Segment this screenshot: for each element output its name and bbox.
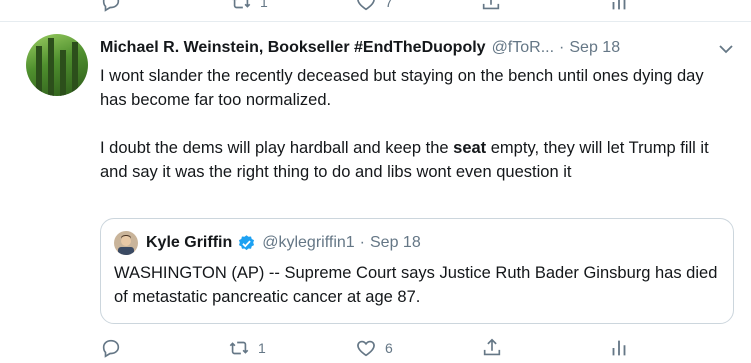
- quoted-date: Sep 18: [370, 234, 421, 251]
- previous-tweet-actions: 1 7: [0, 0, 751, 12]
- timeline: 1 7 Michael R. Weinstein, Bookseller #En…: [0, 0, 751, 363]
- like-button[interactable]: 6: [355, 334, 393, 362]
- heart-icon: [357, 340, 375, 357]
- prev-like-count: 7: [385, 0, 393, 10]
- quoted-tweet[interactable]: Kyle Griffin @kylegriffin1 · Sep 18 WASH…: [100, 218, 734, 324]
- prev-share-button[interactable]: [480, 0, 502, 16]
- highlighted-keyword: seat: [453, 139, 487, 157]
- tweet-date[interactable]: Sep 18: [569, 39, 620, 57]
- tweet-text: I wont slander the recently deceased but…: [100, 64, 730, 184]
- quoted-handle: @kylegriffin1: [262, 234, 355, 251]
- tweet-paragraph-1: I wont slander the recently deceased but…: [100, 67, 704, 109]
- author-display-name[interactable]: Michael R. Weinstein, Bookseller #EndThe…: [100, 39, 486, 57]
- tweet[interactable]: Michael R. Weinstein, Bookseller #EndThe…: [0, 22, 751, 363]
- analytics-button[interactable]: [608, 334, 630, 362]
- prev-retweet-button[interactable]: 1: [230, 0, 268, 16]
- prev-analytics-button[interactable]: [608, 0, 630, 16]
- reply-icon: [102, 339, 120, 358]
- prev-like-button[interactable]: 7: [355, 0, 393, 16]
- heart-icon: [357, 0, 375, 11]
- reply-button[interactable]: [100, 334, 122, 362]
- separator-dot: ·: [559, 39, 565, 56]
- retweet-count: 1: [258, 340, 266, 356]
- prev-reply-button[interactable]: [100, 0, 122, 16]
- share-button[interactable]: [481, 334, 503, 362]
- quoted-avatar: [114, 231, 138, 255]
- like-count: 6: [385, 340, 393, 356]
- tweet-paragraph-2: I doubt the dems will play hardball and …: [100, 136, 730, 184]
- analytics-icon: [612, 340, 626, 356]
- chevron-down-icon: [719, 45, 733, 54]
- share-icon: [482, 0, 500, 10]
- analytics-icon: [612, 0, 626, 10]
- verified-badge-icon: [239, 234, 255, 250]
- reply-icon: [102, 0, 120, 12]
- retweet-icon: [229, 341, 249, 355]
- retweet-icon: [232, 0, 251, 9]
- separator-dot: ·: [359, 234, 365, 251]
- author-handle[interactable]: @fToR...: [492, 39, 554, 57]
- quoted-text: WASHINGTON (AP) -- Supreme Court says Ju…: [114, 264, 718, 306]
- share-icon: [483, 338, 501, 356]
- quoted-header: Kyle Griffin @kylegriffin1 · Sep 18: [146, 232, 421, 254]
- tweet-header: Michael R. Weinstein, Bookseller #EndThe…: [100, 37, 740, 59]
- tweet-text-part: I doubt the dems will play hardball and …: [100, 139, 454, 157]
- prev-retweet-count: 1: [260, 0, 268, 10]
- avatar[interactable]: [26, 34, 88, 96]
- retweet-button[interactable]: 1: [228, 334, 266, 362]
- quoted-display-name: Kyle Griffin: [146, 234, 233, 251]
- more-options-button[interactable]: [716, 39, 736, 59]
- tweet-actions: 1 6: [0, 334, 751, 362]
